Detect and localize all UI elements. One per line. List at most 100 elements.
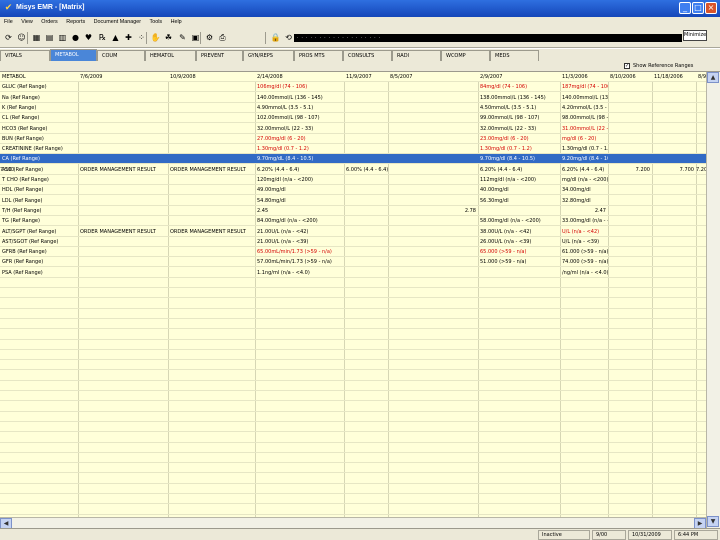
- table-row[interactable]: AST/SGOT (Ref Range) 21.00U/L (n/a - <39)…: [0, 237, 720, 247]
- menu-orders[interactable]: Orders: [41, 17, 57, 28]
- hand-icon[interactable]: ✋: [150, 32, 161, 43]
- syringe-icon[interactable]: ✚: [123, 32, 134, 43]
- column-header[interactable]: 2/9/2007: [478, 72, 560, 82]
- table-row[interactable]: CA (Ref Range) 9.70mg/dL (8.4 - 10.5) 9.70…: [0, 154, 720, 165]
- tab-prevent[interactable]: PREVENT: [196, 50, 243, 61]
- menu-view[interactable]: View: [21, 17, 33, 28]
- table-row[interactable]: T CHO (Ref Range) 120mg/dl (n/a - <200) 11…: [0, 175, 720, 185]
- chart-icon[interactable]: ▲: [110, 32, 121, 43]
- menu-reports[interactable]: Reports: [66, 17, 85, 28]
- table-row[interactable]: HDL (Ref Range) 49.00mg/dl 40.00mg/dl 34.00…: [0, 185, 720, 196]
- lock-icon[interactable]: 🔒: [270, 32, 281, 43]
- table-row[interactable]: TG (Ref Range) 84.00mg/dl (n/a - <200) 58.…: [0, 216, 720, 227]
- empty-row[interactable]: [0, 330, 720, 340]
- minimize-button[interactable]: Minimize: [683, 30, 707, 41]
- empty-row[interactable]: [0, 453, 720, 464]
- table-cell: 65.000 (>59 - n/a): [480, 249, 527, 256]
- print-icon[interactable]: ⎙: [217, 32, 228, 43]
- empty-row[interactable]: [0, 288, 720, 299]
- lungs-icon[interactable]: ☘: [163, 32, 174, 43]
- menu-help[interactable]: Help: [171, 17, 182, 28]
- tab-pros-mts[interactable]: PROS MTS: [294, 50, 343, 61]
- heart-icon[interactable]: ♥: [83, 32, 94, 43]
- empty-row[interactable]: [0, 433, 720, 443]
- refresh-icon[interactable]: ⟳: [3, 32, 14, 43]
- column-header[interactable]: 11/3/2006: [560, 72, 608, 82]
- table-cell: 1.30mg/dl (0.7 - 1.2): [480, 146, 532, 153]
- empty-row[interactable]: [0, 340, 720, 350]
- tab-metabol[interactable]: METABOL: [50, 49, 97, 61]
- empty-row[interactable]: [0, 505, 720, 515]
- tab-hematol[interactable]: HEMATOL: [145, 50, 196, 61]
- refresh2-icon[interactable]: ⟲: [283, 32, 294, 43]
- tab-radi[interactable]: RADI: [392, 50, 441, 61]
- tab-consults[interactable]: CONSULTS: [343, 50, 392, 61]
- empty-row[interactable]: [0, 381, 720, 391]
- apple-icon[interactable]: ●: [70, 32, 81, 43]
- column-header[interactable]: 8/10/2006: [608, 72, 652, 82]
- tab-vitals[interactable]: VITALS: [0, 50, 50, 61]
- table-row[interactable]: A1C (Ref Range) ORDER MANAGEMENT RESULT OR…: [0, 165, 720, 175]
- menu-tools[interactable]: Tools: [150, 17, 163, 28]
- settings-icon[interactable]: ⚙: [204, 32, 215, 43]
- empty-row[interactable]: [0, 412, 720, 422]
- table-cell: 21.00U/L (n/a - <42): [257, 228, 309, 235]
- empty-row[interactable]: [0, 360, 720, 371]
- vertical-scrollbar[interactable]: ▲ ▼: [706, 72, 720, 528]
- column-header[interactable]: 2/14/2008: [255, 72, 344, 82]
- empty-row[interactable]: [0, 278, 720, 288]
- horizontal-scrollbar[interactable]: ◀ ▶: [0, 517, 706, 529]
- empty-row[interactable]: [0, 299, 720, 309]
- tab-meds[interactable]: MEDS: [490, 50, 539, 61]
- table-row[interactable]: LDL (Ref Range) 54.80mg/dl 56.30mg/dl 32.80…: [0, 196, 720, 206]
- empty-row[interactable]: [0, 463, 720, 474]
- empty-row[interactable]: [0, 484, 720, 494]
- show-reference-ranges-checkbox[interactable]: ✓: [624, 63, 630, 69]
- table-row[interactable]: GFR (Ref Range) 57.00mL/min/1.73 (>59 - n…: [0, 257, 720, 268]
- close-window-button[interactable]: ×: [705, 2, 717, 14]
- column-header[interactable]: 8/5/2007: [388, 72, 478, 82]
- patient-combo[interactable]: · · · · · · · · · · · · · · · · · · ·: [294, 34, 682, 42]
- tab-coum[interactable]: COUM: [97, 50, 145, 61]
- table-row[interactable]: HCO3 (Ref Range) 32.00mmol/L (22 - 33) 32.…: [0, 124, 720, 134]
- table-row[interactable]: CL (Ref Range) 102.00mmol/L (98 - 107) 99.…: [0, 113, 720, 124]
- empty-row[interactable]: [0, 371, 720, 381]
- column-header[interactable]: 11/18/2006: [652, 72, 696, 82]
- empty-row[interactable]: [0, 319, 720, 330]
- pencil-icon[interactable]: ✎: [177, 32, 188, 43]
- calendar-icon[interactable]: ▥: [57, 32, 68, 43]
- table-row[interactable]: GLUC (Ref Range) 106mg/dl (74 - 106) 84mg/…: [0, 82, 720, 93]
- tab-wcomp[interactable]: WCOMP: [441, 50, 490, 61]
- tab-gyn-reps[interactable]: GYN/REPS: [243, 50, 294, 61]
- column-header[interactable]: METABOL: [0, 72, 78, 82]
- menu-file[interactable]: File: [4, 17, 13, 28]
- calculator-icon[interactable]: ▦: [31, 32, 42, 43]
- table-row[interactable]: PSA (Ref Range) 1.1ng/ml (n/a - <4.0) /ng/…: [0, 268, 720, 278]
- table-row[interactable]: K (Ref Range) 4.90mmol/L (3.5 - 5.1) 4.50m…: [0, 103, 720, 113]
- minimize-window-button[interactable]: _: [679, 2, 691, 14]
- patient-icon[interactable]: ☺: [16, 32, 27, 43]
- table-row[interactable]: CREATININE (Ref Range) 1.30mg/dl (0.7 - 1…: [0, 144, 720, 155]
- table-row[interactable]: GFRB (Ref Range) 65.00mL/min/1.73 (>59 - …: [0, 247, 720, 258]
- grid-icon[interactable]: ▤: [44, 32, 55, 43]
- maximize-window-button[interactable]: □: [692, 2, 704, 14]
- table-row[interactable]: Na (Ref Range) 140.00mmol/L (136 - 145) 13…: [0, 93, 720, 103]
- table-row[interactable]: T/H (Ref Range) 2.45 2.78 2.47: [0, 206, 720, 216]
- pill-icon[interactable]: ℞: [97, 32, 108, 43]
- empty-row[interactable]: [0, 402, 720, 412]
- empty-row[interactable]: [0, 391, 720, 402]
- menu-document-manager[interactable]: Document Manager: [94, 17, 141, 28]
- table-row[interactable]: ALT/SGPT (Ref Range) ORDER MANAGEMENT RES…: [0, 227, 720, 237]
- column-header[interactable]: 7/6/2009: [78, 72, 168, 82]
- column-header[interactable]: 11/9/2007: [344, 72, 388, 82]
- empty-row[interactable]: [0, 309, 720, 319]
- scroll-up-icon[interactable]: ▲: [707, 72, 719, 83]
- empty-row[interactable]: [0, 494, 720, 505]
- empty-row[interactable]: [0, 422, 720, 433]
- empty-row[interactable]: [0, 350, 720, 361]
- empty-row[interactable]: [0, 474, 720, 484]
- table-row[interactable]: BUN (Ref Range) 27.00mg/dl (6 - 20) 23.00m…: [0, 134, 720, 144]
- empty-row[interactable]: [0, 443, 720, 453]
- column-header[interactable]: 10/9/2008: [168, 72, 255, 82]
- scroll-down-icon[interactable]: ▼: [707, 516, 719, 527]
